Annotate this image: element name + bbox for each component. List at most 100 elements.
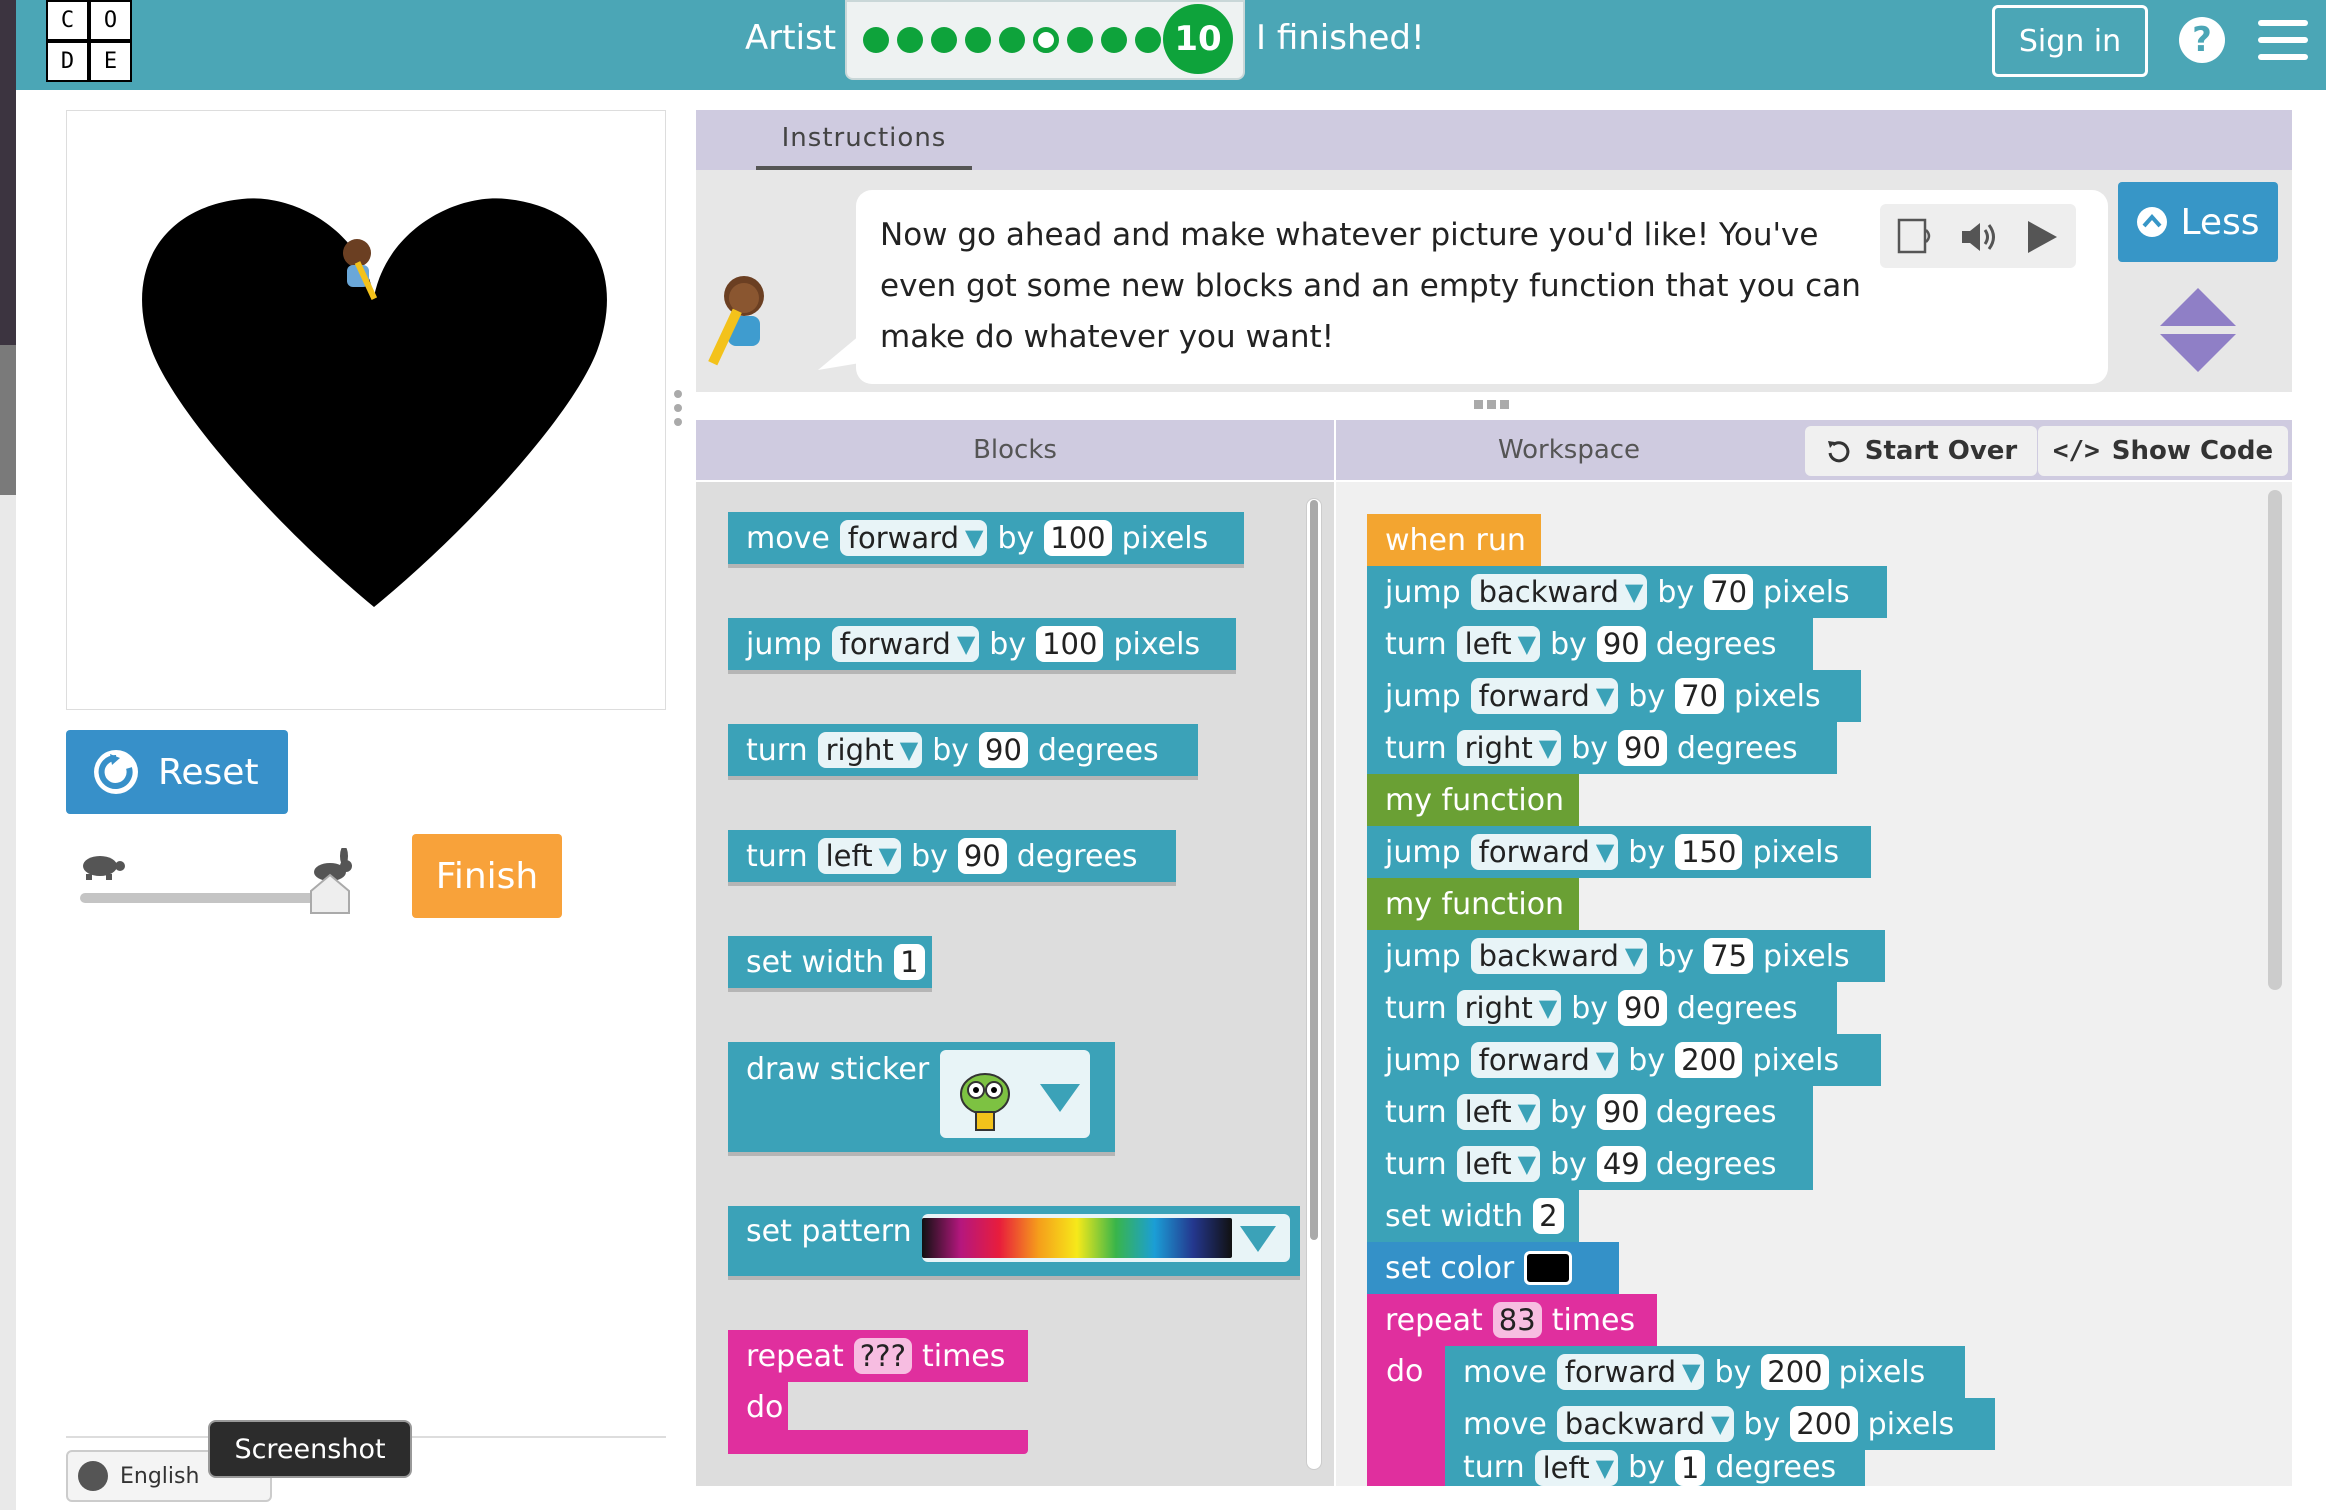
- turn-block[interactable]: turn right ▼ by 90 degrees: [1367, 722, 1837, 774]
- turn-left-block[interactable]: turn left ▼ by 90 degrees: [728, 830, 1176, 882]
- direction-dropdown[interactable]: forward ▼: [1556, 1354, 1705, 1390]
- amount-field[interactable]: 90: [1618, 990, 1667, 1026]
- jump-block[interactable]: jump forward ▼ by 100 pixels: [728, 618, 1236, 670]
- jump-block[interactable]: jump forward ▼ by 150 pixels: [1367, 826, 1871, 878]
- play-icon[interactable]: [2024, 218, 2060, 256]
- move-block[interactable]: move backward ▼ by 200 pixels: [1445, 1398, 1995, 1450]
- direction-dropdown[interactable]: backward ▼: [1470, 574, 1648, 610]
- direction-dropdown[interactable]: backward ▼: [1470, 938, 1648, 974]
- turn-block[interactable]: turn left ▼ by 90 degrees: [1367, 618, 1813, 670]
- amount-field[interactable]: 200: [1790, 1406, 1858, 1442]
- amount-field[interactable]: 49: [1596, 1146, 1646, 1182]
- show-code-label: Show Code: [2111, 436, 2274, 466]
- progress-dot[interactable]: [897, 27, 923, 53]
- tab-instructions[interactable]: Instructions: [756, 110, 972, 170]
- speed-slider-thumb[interactable]: [309, 873, 351, 915]
- amount-field[interactable]: 70: [1675, 678, 1724, 714]
- show-code-button[interactable]: </> Show Code: [2038, 426, 2288, 476]
- set-color-block[interactable]: set color: [1367, 1242, 1619, 1294]
- direction-dropdown[interactable]: right ▼: [1456, 990, 1562, 1026]
- amount-field[interactable]: 100: [1036, 626, 1104, 662]
- turn-block[interactable]: turn left ▼ by 1 degrees: [1445, 1450, 1865, 1486]
- my-function-block[interactable]: my function: [1367, 878, 1579, 930]
- repeat-block[interactable]: repeat 83 times: [1367, 1294, 1657, 1346]
- chevron-up-icon: [2137, 207, 2168, 237]
- workspace-scrollbar-thumb[interactable]: [2268, 490, 2282, 990]
- finish-button[interactable]: Finish: [412, 834, 562, 918]
- progress-dot[interactable]: [863, 27, 889, 53]
- move-block[interactable]: move forward ▼ by 200 pixels: [1445, 1346, 1965, 1398]
- direction-dropdown[interactable]: right ▼: [817, 732, 923, 768]
- amount-field[interactable]: 75: [1704, 938, 1754, 974]
- amount-field[interactable]: 90: [1596, 1094, 1646, 1130]
- amount-field[interactable]: 200: [1675, 1042, 1743, 1078]
- my-function-block[interactable]: my function: [1367, 774, 1579, 826]
- direction-dropdown[interactable]: forward ▼: [839, 520, 988, 556]
- jump-block[interactable]: jump backward ▼ by 70 pixels: [1367, 566, 1887, 618]
- help-icon[interactable]: ?: [2179, 17, 2225, 63]
- direction-dropdown[interactable]: left ▼: [817, 838, 902, 874]
- code-logo[interactable]: C O D E: [46, 0, 132, 82]
- set-width-block[interactable]: set width 2: [1367, 1190, 1579, 1242]
- progress-dot[interactable]: [1067, 27, 1093, 53]
- jump-block[interactable]: jump forward ▼ by 70 pixels: [1367, 670, 1861, 722]
- amount-field[interactable]: 150: [1675, 834, 1743, 870]
- sticker-dropdown[interactable]: [940, 1050, 1090, 1138]
- amount-field[interactable]: 83: [1492, 1302, 1542, 1338]
- direction-dropdown[interactable]: left ▼: [1456, 1094, 1541, 1130]
- turn-right-block[interactable]: turn right ▼ by 90 degrees: [728, 724, 1198, 776]
- progress-dot[interactable]: [931, 27, 957, 53]
- vertical-resize-handle[interactable]: [674, 390, 684, 430]
- sign-in-button[interactable]: Sign in: [1992, 5, 2148, 77]
- speaker-icon[interactable]: [1958, 218, 1998, 256]
- horizontal-resize-handle[interactable]: [1474, 400, 1514, 410]
- level-name: Artist: [745, 18, 837, 58]
- reset-button[interactable]: Reset: [66, 730, 288, 814]
- resize-arrows-icon[interactable]: [2158, 286, 2238, 376]
- turn-block[interactable]: turn right ▼ by 90 degrees: [1367, 982, 1837, 1034]
- move-block[interactable]: move forward ▼ by 100 pixels: [728, 512, 1244, 564]
- amount-field[interactable]: 90: [979, 732, 1028, 768]
- progress-dot[interactable]: [1135, 27, 1161, 53]
- amount-field[interactable]: 200: [1761, 1354, 1829, 1390]
- current-level-bubble[interactable]: 10: [1163, 4, 1233, 74]
- amount-field[interactable]: 2: [1533, 1198, 1564, 1234]
- jump-block[interactable]: jump backward ▼ by 75 pixels: [1367, 930, 1885, 982]
- when-run-block[interactable]: when run: [1367, 514, 1541, 566]
- speed-slider-track[interactable]: [80, 893, 330, 903]
- toolbox-scrollbar-thumb[interactable]: [1310, 500, 1318, 1240]
- amount-field[interactable]: 100: [1044, 520, 1112, 556]
- direction-dropdown[interactable]: forward ▼: [831, 626, 980, 662]
- hamburger-menu-icon[interactable]: [2258, 20, 2308, 60]
- amount-field[interactable]: 90: [1618, 730, 1667, 766]
- progress-dot[interactable]: [999, 27, 1025, 53]
- progress-dot[interactable]: [1033, 27, 1059, 53]
- turn-block[interactable]: turn left ▼ by 90 degrees: [1367, 1086, 1813, 1138]
- repeat-block[interactable]: repeat ??? times: [728, 1330, 1028, 1382]
- amount-field[interactable]: 70: [1704, 574, 1754, 610]
- amount-field[interactable]: ???: [853, 1338, 912, 1374]
- progress-dot[interactable]: [1101, 27, 1127, 53]
- color-swatch[interactable]: [1524, 1251, 1573, 1285]
- direction-dropdown[interactable]: left ▼: [1534, 1450, 1619, 1486]
- amount-field[interactable]: 1: [1674, 1450, 1706, 1486]
- direction-dropdown[interactable]: left ▼: [1456, 626, 1541, 662]
- direction-dropdown[interactable]: right ▼: [1456, 730, 1562, 766]
- direction-dropdown[interactable]: forward ▼: [1470, 834, 1619, 870]
- repeat-do-label: do: [1386, 1354, 1424, 1389]
- turn-block[interactable]: turn left ▼ by 49 degrees: [1367, 1138, 1813, 1190]
- direction-dropdown[interactable]: forward ▼: [1470, 1042, 1619, 1078]
- artist-avatar: [708, 276, 764, 366]
- amount-field[interactable]: 1: [894, 944, 925, 980]
- amount-field[interactable]: 90: [957, 838, 1007, 874]
- direction-dropdown[interactable]: left ▼: [1456, 1146, 1541, 1182]
- direction-dropdown[interactable]: forward ▼: [1470, 678, 1619, 714]
- amount-field[interactable]: 90: [1596, 626, 1646, 662]
- jump-block[interactable]: jump forward ▼ by 200 pixels: [1367, 1034, 1881, 1086]
- less-button[interactable]: Less: [2118, 182, 2278, 262]
- read-aloud-text-icon[interactable]: [1896, 216, 1936, 256]
- set-width-block[interactable]: set width 1: [728, 936, 932, 988]
- direction-dropdown[interactable]: backward ▼: [1556, 1406, 1734, 1442]
- progress-dot[interactable]: [965, 27, 991, 53]
- start-over-button[interactable]: Start Over: [1805, 426, 2037, 476]
